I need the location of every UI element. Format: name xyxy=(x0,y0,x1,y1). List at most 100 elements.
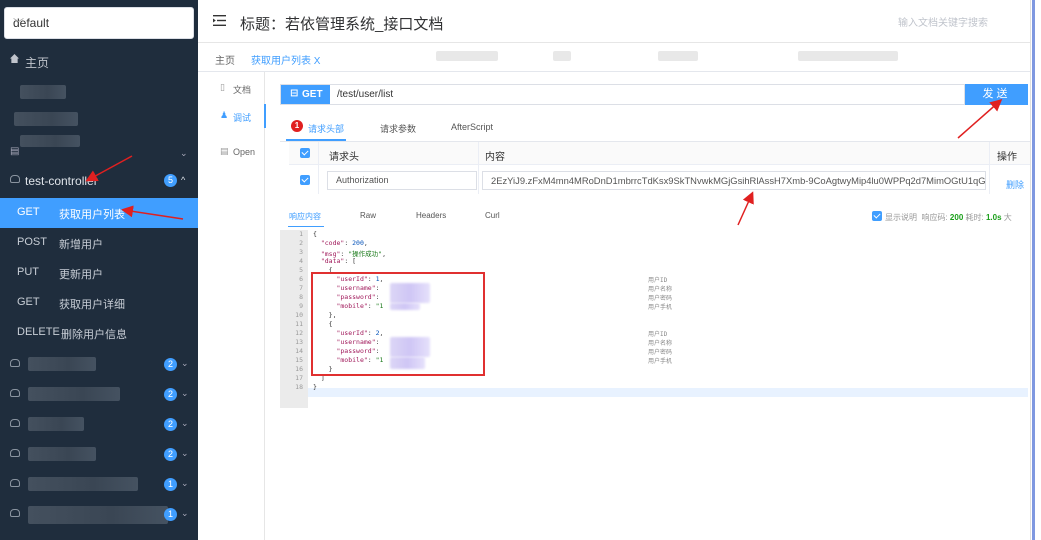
tab-request-headers[interactable]: 请求头部 xyxy=(308,122,344,135)
chevron-down-icon: ⌄ xyxy=(180,148,188,158)
sidebar-item-home-label: 主页 xyxy=(25,56,50,70)
chevron-down-icon: ⌄ xyxy=(181,478,189,488)
file-icon: ▤ xyxy=(220,146,229,156)
page-title: 标题：若依管理系统_接口文档 xyxy=(240,16,444,33)
response-time: 1.0s xyxy=(985,213,1002,222)
blurred-tab xyxy=(553,51,571,61)
line-number: 2 xyxy=(299,239,303,247)
column-header-action: 操作 xyxy=(997,152,1017,163)
bug-icon: ♟ xyxy=(220,110,229,120)
tab-curl[interactable]: Curl xyxy=(485,211,500,220)
tab-afterscript[interactable]: AfterScript xyxy=(451,122,493,132)
line-number: 14 xyxy=(295,347,303,355)
sidebar-group-test-controller[interactable]: test-controller 5 ^ xyxy=(0,166,198,196)
show-desc-checkbox[interactable] xyxy=(872,211,882,221)
tab-home[interactable]: 主页 xyxy=(215,52,235,67)
api-method: POST xyxy=(17,236,47,248)
sidebar-group-collapsed[interactable]: 2 ⌄ xyxy=(0,440,198,470)
show-desc-label: 显示说明 xyxy=(885,213,917,222)
sidebar-group-collapsed[interactable]: 2 ⌄ xyxy=(0,350,198,380)
count-badge: 1 xyxy=(291,120,303,132)
line-number: 17 xyxy=(295,374,303,382)
sidebar-group-collapsed[interactable]: 2 ⌄ xyxy=(0,410,198,440)
sidebar-group-collapsed[interactable]: 1 ⌄ xyxy=(0,470,198,500)
code-line: "code": 200, xyxy=(320,239,368,247)
search-input[interactable]: 输入文档关键字搜索 xyxy=(898,14,988,29)
sidebar: default ﹀ 主页 ▤ ⌄ test-controller 5 ^ GET… xyxy=(0,0,198,540)
current-line-highlight xyxy=(308,388,1028,397)
lock-icon: ⊟ xyxy=(290,88,299,99)
send-button[interactable]: 发送 xyxy=(965,84,1028,105)
api-item-update-user[interactable]: PUT 更新用户 xyxy=(0,258,198,288)
chevron-down-icon: ⌄ xyxy=(181,388,189,398)
line-number: 7 xyxy=(299,284,303,292)
line-number: 11 xyxy=(295,320,303,328)
blurred-group-name xyxy=(28,387,120,401)
delete-link[interactable]: 删除 xyxy=(1006,178,1024,191)
count-badge: 2 xyxy=(164,418,177,431)
sidebar-group-collapsed[interactable]: ▤ ⌄ xyxy=(0,138,198,168)
code-comment: 用户密码 xyxy=(648,295,673,302)
divider xyxy=(989,142,990,194)
api-method: DELETE xyxy=(17,326,60,338)
request-path[interactable]: /test/user/list xyxy=(337,89,393,100)
line-number: 18 xyxy=(295,383,303,391)
row-checkbox[interactable] xyxy=(300,175,310,185)
scrollbar-thumb[interactable] xyxy=(1032,0,1035,540)
tab-headers[interactable]: Headers xyxy=(416,211,446,220)
group-select[interactable]: default ﹀ xyxy=(4,7,194,39)
divider xyxy=(478,142,479,194)
method-label: GET xyxy=(302,89,323,100)
sidebar-group-collapsed[interactable]: 1 ⌄ xyxy=(0,500,198,530)
line-number: 4 xyxy=(299,257,303,265)
api-item-get-user-list[interactable]: GET 获取用户列表 xyxy=(0,198,198,228)
header-name-input[interactable]: Authorization xyxy=(327,171,477,190)
tab-request-params[interactable]: 请求参数 xyxy=(380,122,416,135)
menu-fold-icon[interactable] xyxy=(213,15,226,26)
blurred-menu-item xyxy=(14,112,78,126)
tab-get-user-list[interactable]: 获取用户列表 X xyxy=(251,52,320,67)
divider xyxy=(318,142,319,194)
response-info: 显示说明 响应码: 200 耗时: 1.0s 大 xyxy=(872,210,1012,223)
blurred-tab xyxy=(798,51,898,61)
count-badge: 1 xyxy=(164,508,177,521)
select-all-checkbox[interactable] xyxy=(300,148,310,158)
sidebar-item-home[interactable]: 主页 xyxy=(0,46,198,76)
line-number: 16 xyxy=(295,365,303,373)
right-scrollbar[interactable] xyxy=(1030,0,1041,540)
api-item-get-user-detail[interactable]: GET 获取用户详细 xyxy=(0,288,198,318)
header-value-input[interactable]: 2EzYiJ9.zFxM4mn4MRoDnD1mbrrcTdKsx9SkTNvw… xyxy=(482,171,986,190)
subnav-label: Open xyxy=(233,147,256,157)
subnav-debug[interactable]: ♟ 调试 xyxy=(198,104,266,128)
tab-response-content[interactable]: 响应内容 xyxy=(289,211,321,222)
headers-table: 请求头 内容 操作 Authorization 2EzYiJ9.zFxM4mn4… xyxy=(289,142,1030,194)
count-badge: 5 xyxy=(164,174,177,187)
count-badge: 2 xyxy=(164,388,177,401)
api-method: PUT xyxy=(17,266,39,278)
blurred-tab xyxy=(436,51,498,61)
subnav-doc[interactable]: ▯ 文档 xyxy=(198,76,264,100)
annotation-box xyxy=(311,272,485,376)
column-header-content: 内容 xyxy=(485,152,505,163)
doc-subnav: ▯ 文档 ♟ 调试 ▤ Open xyxy=(198,72,266,540)
chevron-down-icon: ⌄ xyxy=(181,448,189,458)
active-tab-underline xyxy=(286,139,346,141)
api-item-delete-user[interactable]: DELETE 删除用户信息 xyxy=(0,318,198,348)
code-comment: 用户ID xyxy=(648,277,668,284)
subnav-label: 调试 xyxy=(233,113,252,123)
code-comment: 用户名称 xyxy=(648,340,673,347)
code-comment: 用户ID xyxy=(648,331,668,338)
blurred-group-name xyxy=(28,417,84,431)
sidebar-group-collapsed[interactable]: 2 ⌄ xyxy=(0,380,198,410)
blurred-group-name xyxy=(28,506,168,524)
code-comment: 用户密码 xyxy=(648,349,673,356)
line-number: 1 xyxy=(299,230,303,238)
api-item-add-user[interactable]: POST 新增用户 xyxy=(0,228,198,258)
blurred-group-name xyxy=(28,357,96,371)
method-select[interactable]: ⊟ GET xyxy=(281,85,330,104)
tab-raw[interactable]: Raw xyxy=(360,211,376,220)
subnav-open[interactable]: ▤ Open xyxy=(198,140,264,164)
api-name: 获取用户详细 xyxy=(59,299,125,311)
code-line: "data": [ xyxy=(320,257,357,265)
line-number: 6 xyxy=(299,275,303,283)
